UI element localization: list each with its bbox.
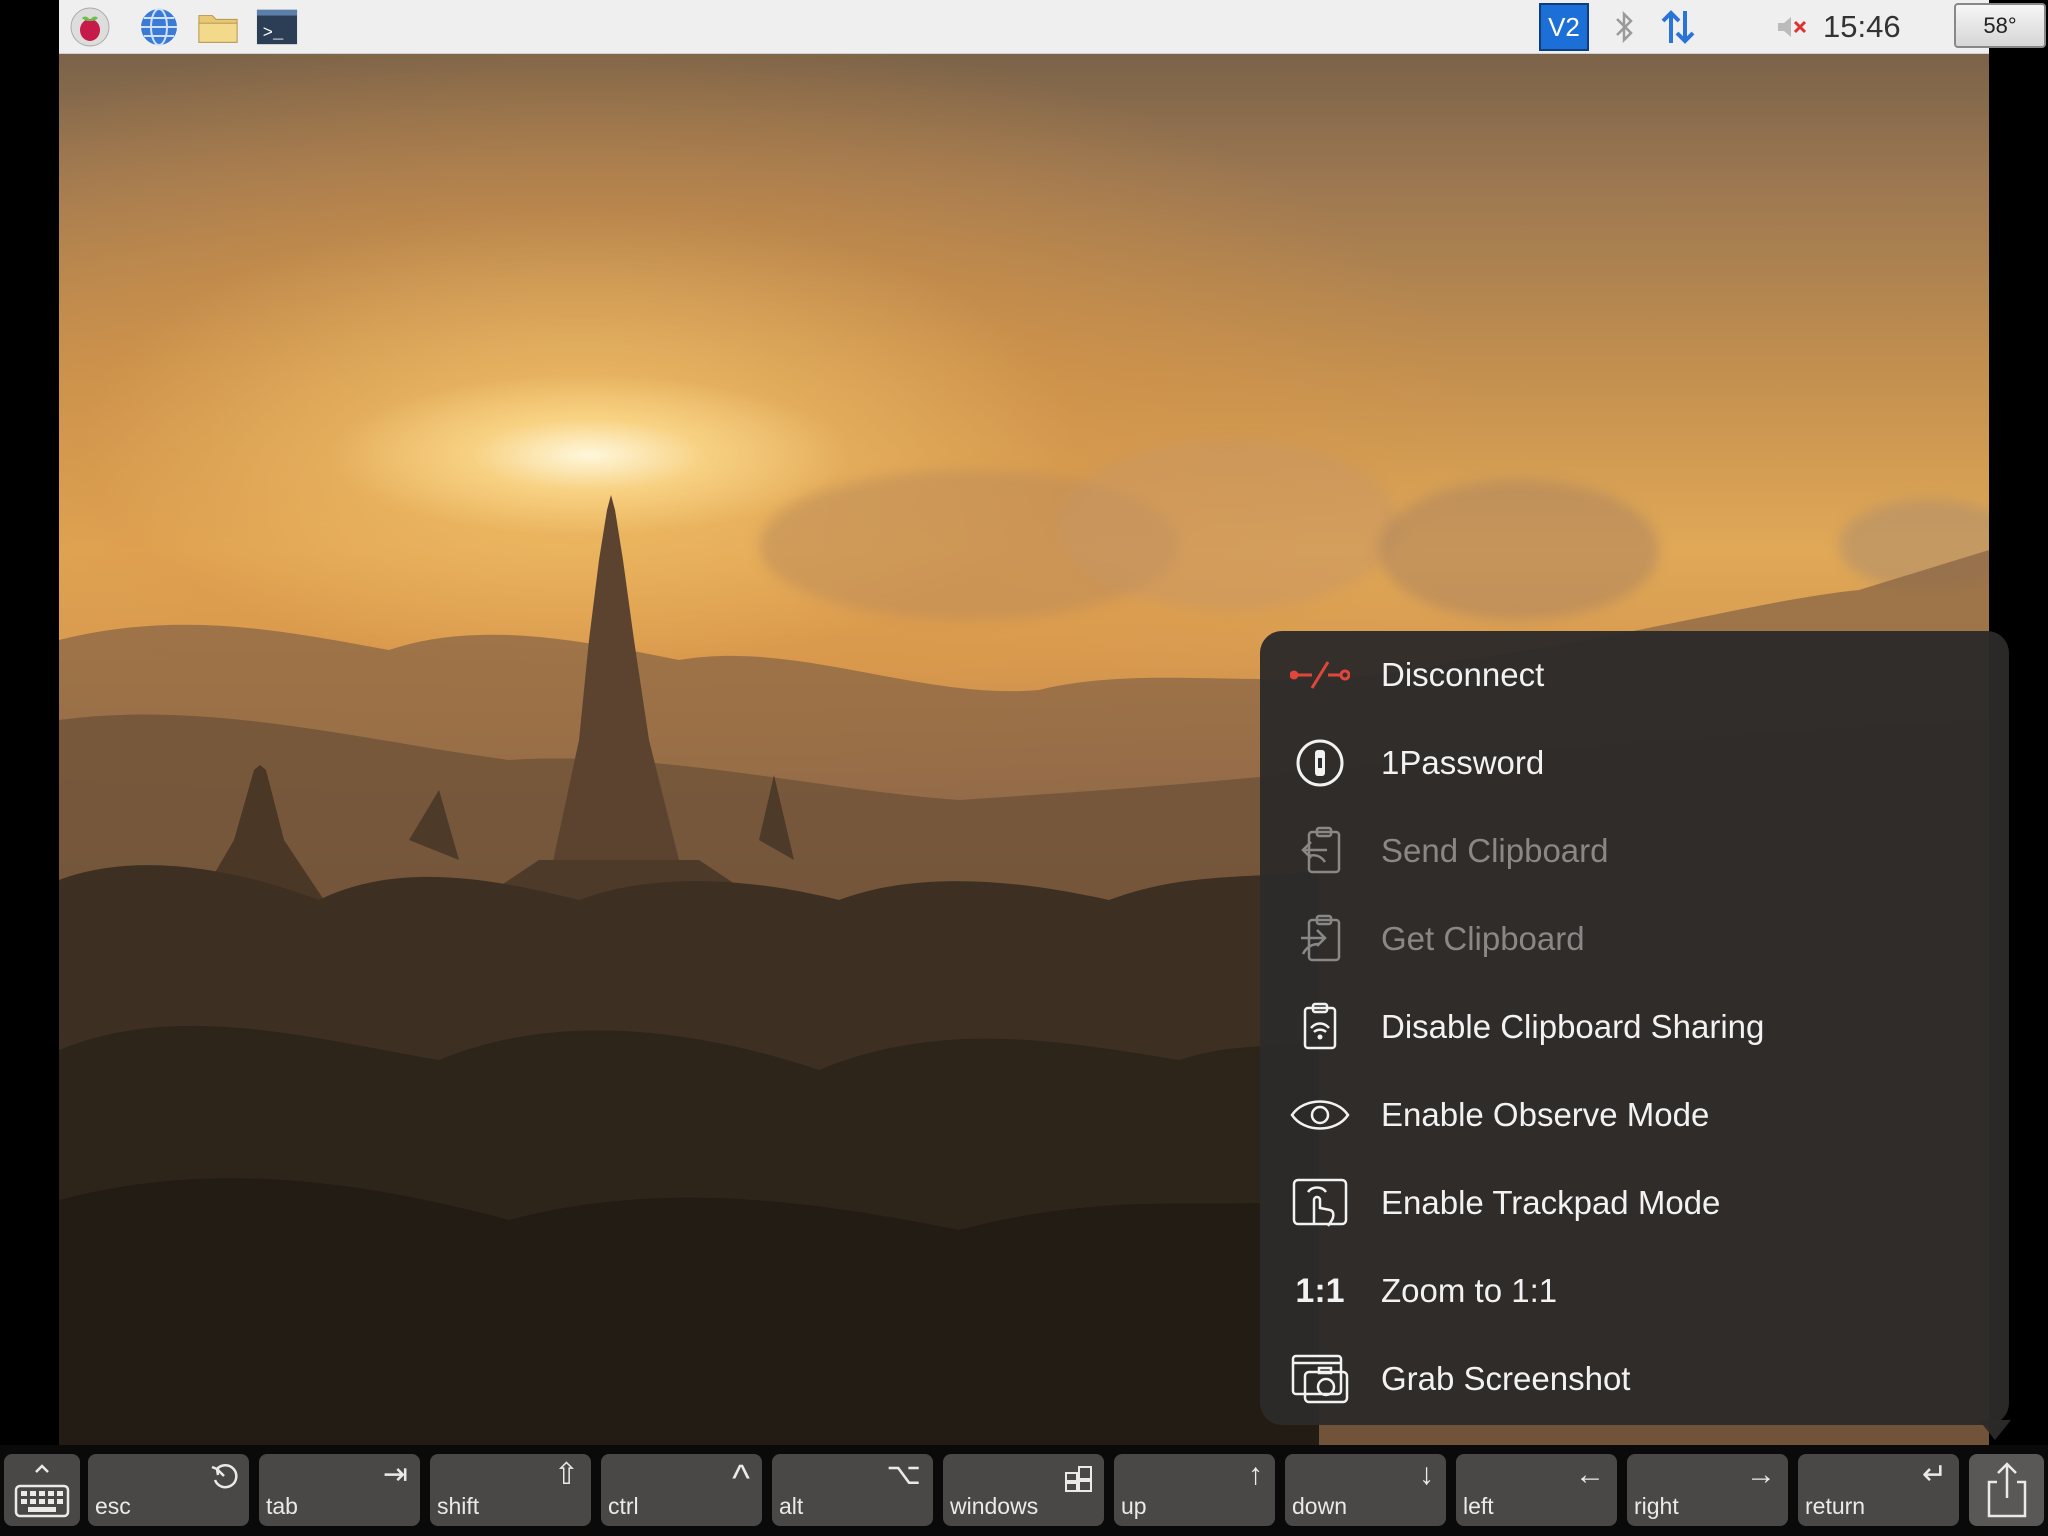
menu-label: Disable Clipboard Sharing — [1381, 1008, 1765, 1045]
keyboard-icon — [14, 1464, 70, 1518]
key-ctrl[interactable]: ^ ctrl — [601, 1454, 762, 1526]
menu-item-disconnect[interactable]: Disconnect — [1260, 631, 2009, 719]
key-right[interactable]: → right — [1627, 1454, 1788, 1526]
terminal-icon[interactable]: >_ — [256, 6, 298, 48]
menu-item-grab-screenshot[interactable]: Grab Screenshot — [1260, 1335, 2009, 1423]
bluetooth-icon[interactable] — [1604, 6, 1646, 48]
key-label: ctrl — [608, 1493, 639, 1519]
tab-icon: ⇥ — [382, 1458, 408, 1491]
menu-item-send-clipboard[interactable]: Send Clipboard — [1260, 807, 2009, 895]
onepassword-icon — [1290, 739, 1350, 787]
menu-label: Disconnect — [1381, 656, 1545, 693]
key-left[interactable]: ← left — [1456, 1454, 1617, 1526]
disconnect-icon — [1290, 653, 1350, 697]
menu-label: Send Clipboard — [1381, 832, 1609, 869]
menu-label: Zoom to 1:1 — [1381, 1272, 1558, 1309]
esc-icon — [211, 1464, 238, 1489]
key-shift[interactable]: ⇧ shift — [430, 1454, 591, 1526]
extra-keys-bar: esc ⇥ tab ⇧ shift ^ ctrl ⌥ alt windows ↑… — [0, 1445, 2048, 1536]
eye-icon — [1290, 1093, 1350, 1137]
clipboard-sharing-icon — [1290, 1002, 1350, 1050]
menu-item-get-clipboard[interactable]: Get Clipboard — [1260, 895, 2009, 983]
menu-label: Enable Observe Mode — [1381, 1096, 1710, 1133]
key-label: right — [1634, 1493, 1679, 1519]
key-label: tab — [266, 1493, 298, 1519]
menu-item-enable-observe-mode[interactable]: Enable Observe Mode — [1260, 1071, 2009, 1159]
shift-icon: ⇧ — [553, 1458, 579, 1491]
key-label: windows — [950, 1493, 1039, 1519]
svg-text:>_: >_ — [263, 25, 284, 44]
menu-pointer-arrow — [1979, 1420, 2011, 1440]
key-label: esc — [95, 1493, 131, 1519]
menu-item-1password[interactable]: 1Password — [1260, 719, 2009, 807]
raspberry-menu-icon[interactable] — [69, 6, 111, 48]
folder-icon[interactable] — [197, 6, 239, 48]
key-label: alt — [779, 1493, 804, 1519]
key-label: return — [1805, 1493, 1866, 1519]
cpu-temperature[interactable]: 58° — [1954, 3, 2046, 48]
menu-share-button[interactable] — [1969, 1454, 2044, 1526]
key-label: left — [1463, 1493, 1494, 1519]
trackpad-icon — [1290, 1178, 1350, 1227]
key-up[interactable]: ↑ up — [1114, 1454, 1275, 1526]
keyboard-toggle-button[interactable] — [4, 1454, 80, 1526]
network-arrows-icon[interactable] — [1657, 6, 1699, 48]
menu-label: Grab Screenshot — [1381, 1360, 1631, 1397]
menu-label: 1Password — [1381, 744, 1545, 781]
return-icon: ↵ — [1921, 1458, 1947, 1491]
menu-item-zoom-1-1[interactable]: 1:1 Zoom to 1:1 — [1260, 1247, 2009, 1335]
left-arrow-icon: ← — [1575, 1458, 1605, 1491]
key-down[interactable]: ↓ down — [1285, 1454, 1446, 1526]
key-label: shift — [437, 1493, 480, 1519]
menu-item-enable-trackpad-mode[interactable]: Enable Trackpad Mode — [1260, 1159, 2009, 1247]
down-arrow-icon: ↓ — [1419, 1458, 1434, 1491]
key-windows[interactable]: windows — [943, 1454, 1104, 1526]
menu-label: Enable Trackpad Mode — [1381, 1184, 1721, 1221]
ctrl-icon: ^ — [732, 1458, 750, 1500]
volume-muted-icon[interactable] — [1774, 6, 1810, 48]
menu-item-disable-clipboard-sharing[interactable]: Disable Clipboard Sharing — [1260, 983, 2009, 1071]
key-label: up — [1121, 1493, 1147, 1519]
vnc-icon-text: V2 — [1548, 11, 1580, 42]
vnc-context-menu: Disconnect 1Password Send Clipboard Get … — [1260, 631, 2009, 1425]
get-clipboard-icon — [1290, 914, 1350, 962]
globe-icon[interactable] — [138, 6, 180, 48]
menu-label: Get Clipboard — [1381, 920, 1585, 957]
key-label: down — [1292, 1493, 1347, 1519]
panel-clock[interactable]: 15:46 — [1823, 0, 1901, 53]
up-arrow-icon: ↑ — [1248, 1458, 1263, 1491]
alt-icon: ⌥ — [886, 1458, 921, 1491]
key-esc[interactable]: esc — [88, 1454, 249, 1526]
vnc-icon[interactable]: V2 — [1539, 3, 1589, 51]
top-panel: >_ V2 15:46 58° — [59, 0, 2046, 54]
screenshot-icon — [1290, 1354, 1350, 1404]
share-icon — [1987, 1462, 2027, 1518]
zoom-1-1-icon: 1:1 — [1290, 1269, 1350, 1313]
send-clipboard-icon — [1290, 826, 1350, 874]
windows-icon — [1065, 1466, 1092, 1492]
key-alt[interactable]: ⌥ alt — [772, 1454, 933, 1526]
zoom-icon-text: 1:1 — [1295, 1271, 1345, 1310]
right-arrow-icon: → — [1746, 1458, 1776, 1491]
key-tab[interactable]: ⇥ tab — [259, 1454, 420, 1526]
key-return[interactable]: ↵ return — [1798, 1454, 1959, 1526]
